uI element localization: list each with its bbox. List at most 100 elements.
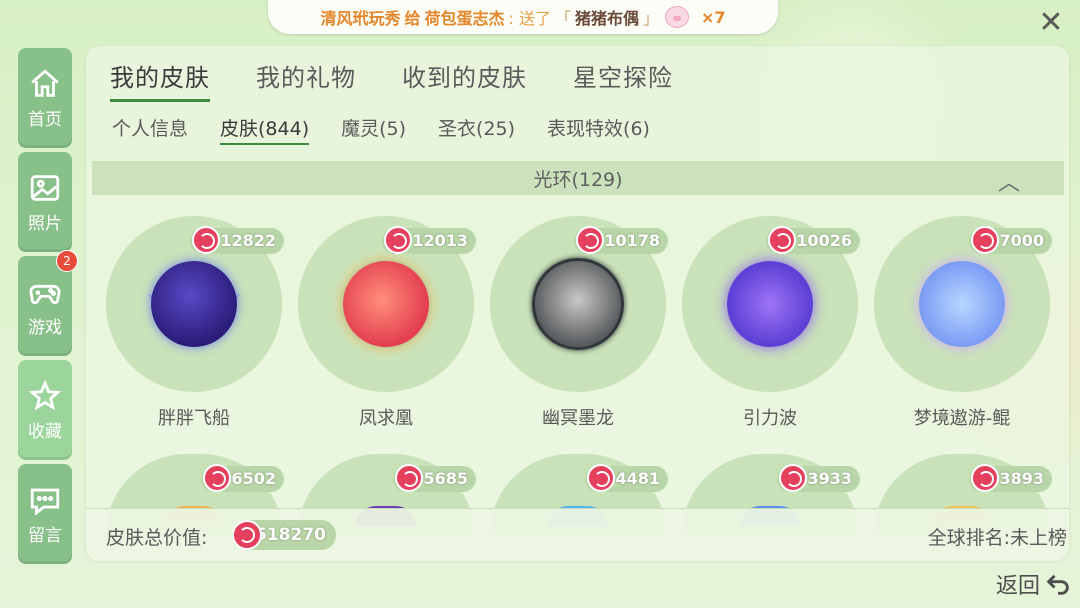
price-tag: 6502	[201, 464, 284, 492]
price-value: 12822	[220, 231, 276, 250]
price-tag: 12013	[382, 226, 476, 254]
gift-count: ×7	[701, 7, 726, 27]
halo-orb	[343, 261, 429, 347]
tab-star-adventure[interactable]: 星空探险	[573, 58, 673, 102]
banner-verb: 给	[404, 9, 421, 28]
price-tag: 12822	[190, 226, 284, 254]
skin-preview: 7000	[874, 216, 1052, 392]
candy-currency-icon	[971, 464, 1000, 492]
skin-name: 幽冥墨龙	[542, 408, 614, 429]
halo-orb	[151, 261, 237, 347]
skin-card[interactable]: 10026 引力波	[682, 216, 860, 430]
tab-my-skins[interactable]: 我的皮肤	[110, 58, 210, 102]
price-tag: 5685	[393, 464, 476, 492]
subtab-spirits[interactable]: 魔灵(5)	[341, 114, 406, 145]
nav-label: 照片	[28, 213, 62, 234]
subtab-skins[interactable]: 皮肤(844)	[220, 114, 310, 145]
price-tag: 7000	[969, 226, 1052, 254]
tab-received-skins[interactable]: 收到的皮肤	[402, 58, 527, 102]
price-value: 3933	[807, 469, 852, 488]
price-value: 10178	[604, 231, 660, 250]
candy-currency-icon	[779, 464, 808, 492]
sub-tabs: 个人信息 皮肤(844) 魔灵(5) 圣衣(25) 表现特效(6)	[112, 114, 650, 145]
price-value: 6502	[231, 469, 276, 488]
main-tabs: 我的皮肤 我的礼物 收到的皮肤 星空探险	[110, 58, 673, 102]
nav-item-favorites[interactable]: 收藏	[18, 360, 72, 460]
price-value: 10026	[796, 231, 852, 250]
bracket-open: 「	[554, 9, 571, 28]
halo-orb	[532, 258, 624, 350]
nav-item-photo[interactable]: 照片	[18, 152, 72, 252]
price-value: 5685	[423, 469, 468, 488]
price-value: 7000	[999, 231, 1044, 250]
close-button[interactable]: ✕	[1036, 8, 1066, 38]
total-value-tag: 518270	[232, 520, 336, 550]
skin-card[interactable]: 12013 凤求凰	[298, 216, 476, 430]
tab-my-gifts[interactable]: 我的礼物	[256, 58, 356, 102]
skin-card[interactable]: 7000 梦境遨游-鲲	[874, 216, 1052, 430]
nav-item-message[interactable]: 留言	[18, 464, 72, 564]
message-icon	[30, 488, 60, 516]
price-value: 3893	[999, 469, 1044, 488]
star-icon	[28, 379, 62, 410]
price-tag: 10178	[574, 226, 668, 254]
halo-orb	[919, 261, 1005, 347]
skin-preview: 10178	[490, 216, 668, 392]
section-title: 光环(129)	[533, 168, 623, 191]
candy-currency-icon	[395, 464, 424, 492]
sender-name: 清风玳玩秀	[320, 9, 401, 28]
skin-name: 梦境遨游-鲲	[913, 408, 1011, 429]
skin-name: 引力波	[743, 408, 797, 429]
section-header-halo[interactable]: 光环(129) ︿	[92, 161, 1064, 197]
candy-currency-icon	[192, 226, 221, 254]
subtab-holy-clothes[interactable]: 圣衣(25)	[438, 114, 515, 145]
footer-bar: 皮肤总价值: 518270 全球排名:未上榜	[86, 508, 1069, 561]
photo-icon	[30, 174, 60, 201]
candy-currency-icon	[203, 464, 232, 492]
price-tag: 3893	[969, 464, 1052, 492]
candy-currency-icon	[971, 226, 1000, 254]
price-value: 4481	[615, 469, 660, 488]
total-value-label: 皮肤总价值:	[106, 527, 208, 549]
total-value: 518270	[255, 525, 326, 545]
back-arrow-icon	[1046, 574, 1069, 595]
pig-plush-icon	[665, 6, 690, 28]
skin-name: 胖胖飞船	[158, 408, 230, 429]
price-tag: 3933	[777, 464, 860, 492]
banner-sent-text: : 送了	[508, 9, 551, 28]
price-tag: 10026	[766, 226, 860, 254]
gift-announcement-banner: 清风玳玩秀 给 荷包蛋志杰 : 送了 「 猪猪布偶 」 ×7	[268, 0, 778, 34]
subtab-personal-info[interactable]: 个人信息	[112, 114, 188, 145]
nav-label: 游戏	[28, 317, 62, 338]
notification-badge: 2	[56, 250, 78, 272]
candy-currency-icon	[576, 226, 605, 254]
candy-currency-icon	[768, 226, 797, 254]
chevron-up-icon[interactable]: ︿	[998, 165, 1020, 197]
gamepad-icon	[29, 284, 61, 304]
gift-name: 猪猪布偶	[574, 9, 639, 28]
candy-currency-icon	[587, 464, 616, 492]
home-icon	[31, 68, 59, 97]
halo-orb	[727, 261, 813, 347]
skin-name: 凤求凰	[359, 408, 413, 429]
skin-card[interactable]: 12822 胖胖飞船	[106, 216, 284, 430]
bracket-close: 」	[643, 9, 660, 28]
skin-preview: 12013	[298, 216, 476, 392]
price-tag: 4481	[585, 464, 668, 492]
nav-label: 首页	[28, 109, 62, 130]
nav-label: 留言	[28, 525, 62, 546]
nav-item-home[interactable]: 首页	[18, 48, 72, 148]
back-label: 返回	[995, 574, 1040, 599]
back-button[interactable]: 返回	[996, 568, 1072, 600]
candy-currency-icon	[384, 226, 413, 254]
subtab-effects[interactable]: 表现特效(6)	[547, 114, 650, 145]
global-rank: 全球排名:未上榜	[927, 527, 1067, 549]
skin-card[interactable]: 10178 幽冥墨龙	[490, 216, 668, 430]
skin-preview: 12822	[106, 216, 284, 392]
nav-item-game[interactable]: 2 游戏	[18, 250, 78, 356]
price-value: 12013	[412, 231, 468, 250]
skin-preview: 10026	[682, 216, 860, 392]
nav-label: 收藏	[28, 421, 62, 442]
candy-currency-icon	[232, 520, 262, 550]
receiver-name: 荷包蛋志杰	[424, 9, 505, 28]
